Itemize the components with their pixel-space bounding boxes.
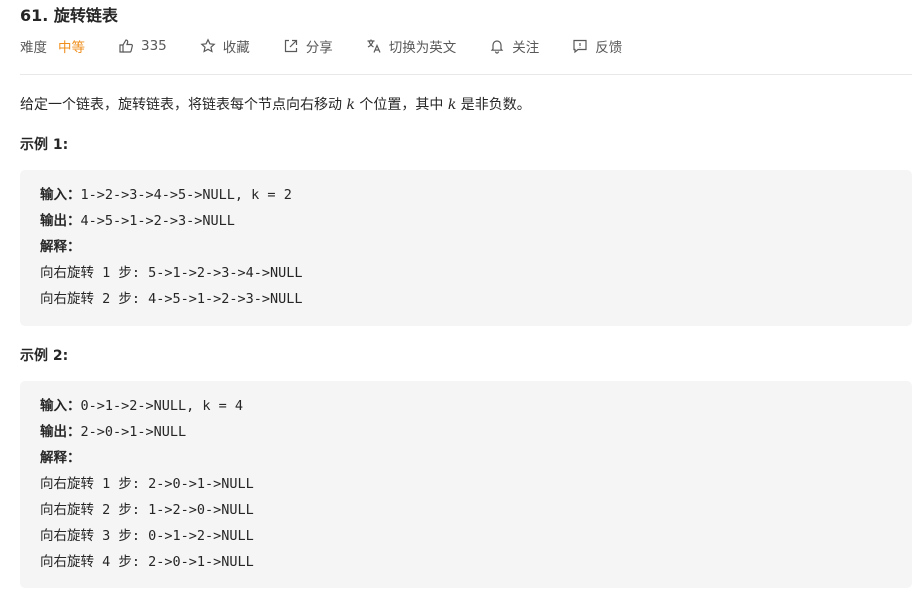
problem-title: 61. 旋转链表 — [20, 6, 118, 25]
like-button[interactable]: 335 — [118, 38, 167, 54]
step-label: 向右旋转 — [40, 265, 94, 281]
example-heading: 示例 2: — [20, 348, 69, 364]
description-text: 个位置，其中 — [354, 97, 448, 113]
input-value: 0->1->2->NULL, k = 4 — [80, 398, 244, 414]
feedback-label: 反馈 — [595, 40, 623, 56]
header-divider — [20, 74, 912, 75]
share-label: 分享 — [305, 40, 333, 56]
step-label: 向右旋转 — [40, 291, 94, 307]
description-var: k — [346, 97, 355, 113]
feedback-icon — [572, 38, 588, 54]
collect-label: 收藏 — [222, 40, 250, 56]
input-key: 输入： — [40, 398, 81, 414]
example-output-line: 输出：4->5->1->2->3->NULL — [40, 208, 912, 234]
description-text: 给定一个链表，旋转链表，将链表每个节点向右移动 — [20, 97, 347, 113]
output-key: 输出： — [40, 424, 81, 440]
difficulty: 难度 中等 — [20, 36, 85, 56]
star-icon — [200, 38, 216, 54]
bell-icon — [489, 38, 505, 54]
example-step-line: 向右旋转 4 步: 2->0->1->NULL — [40, 549, 912, 575]
example-step-line: 向右旋转 1 步: 2->0->1->NULL — [40, 471, 912, 497]
explain-key: 解释： — [40, 239, 81, 255]
step-label: 向右旋转 — [40, 554, 94, 570]
collect-button[interactable]: 收藏 — [200, 36, 250, 56]
step-text: 1 步: 5->1->2->3->4->NULL — [94, 265, 303, 281]
example-explain-line: 解释： — [40, 234, 912, 260]
difficulty-label: 难度 — [20, 40, 47, 56]
example-step-line: 向右旋转 3 步: 0->1->2->NULL — [40, 523, 912, 549]
explain-key: 解释： — [40, 450, 81, 466]
share-button[interactable]: 分享 — [283, 36, 333, 56]
step-text: 2 步: 4->5->1->2->3->NULL — [94, 291, 303, 307]
difficulty-value: 中等 — [58, 40, 85, 56]
example-step-line: 向右旋转 2 步: 1->2->0->NULL — [40, 497, 912, 523]
feedback-button[interactable]: 反馈 — [572, 36, 622, 56]
thumbs-up-icon — [118, 38, 134, 54]
step-text: 4 步: 2->0->1->NULL — [94, 554, 254, 570]
example-heading: 示例 1: — [20, 137, 69, 153]
step-label: 向右旋转 — [40, 528, 94, 544]
problem-meta-bar: 难度 中等 335 收藏 分享 切换为英文 关注 反馈 — [20, 35, 655, 57]
example-code-block: 输入：0->1->2->NULL, k = 4 输出：2->0->1->NULL… — [20, 381, 912, 588]
example-explain-line: 解释： — [40, 445, 912, 471]
input-value: 1->2->3->4->5->NULL, k = 2 — [80, 187, 292, 203]
step-text: 3 步: 0->1->2->NULL — [94, 528, 254, 544]
example-output-line: 输出：2->0->1->NULL — [40, 419, 912, 445]
step-label: 向右旋转 — [40, 476, 94, 492]
example-code-block: 输入：1->2->3->4->5->NULL, k = 2 输出：4->5->1… — [20, 170, 912, 326]
step-text: 2 步: 1->2->0->NULL — [94, 502, 254, 518]
output-value: 2->0->1->NULL — [80, 424, 187, 440]
follow-label: 关注 — [512, 40, 540, 56]
step-text: 1 步: 2->0->1->NULL — [94, 476, 254, 492]
input-key: 输入： — [40, 187, 81, 203]
translate-label: 切换为英文 — [388, 40, 457, 56]
problem-page: 61. 旋转链表 难度 中等 335 收藏 分享 切换为英文 关注 反馈 给定一… — [0, 0, 921, 598]
share-icon — [283, 38, 299, 54]
example-input-line: 输入：0->1->2->NULL, k = 4 — [40, 393, 912, 419]
translate-button[interactable]: 切换为英文 — [366, 36, 457, 56]
example-step-line: 向右旋转 1 步: 5->1->2->3->4->NULL — [40, 260, 912, 286]
step-label: 向右旋转 — [40, 502, 94, 518]
description-text: 是非负数。 — [456, 97, 531, 113]
translate-icon — [366, 38, 382, 54]
like-count: 335 — [141, 38, 167, 54]
follow-button[interactable]: 关注 — [489, 36, 539, 56]
output-value: 4->5->1->2->3->NULL — [80, 213, 235, 229]
example-step-line: 向右旋转 2 步: 4->5->1->2->3->NULL — [40, 286, 912, 312]
example-input-line: 输入：1->2->3->4->5->NULL, k = 2 — [40, 182, 912, 208]
output-key: 输出： — [40, 213, 81, 229]
problem-description: 给定一个链表，旋转链表，将链表每个节点向右移动 k 个位置，其中 k 是非负数。 — [20, 94, 531, 116]
